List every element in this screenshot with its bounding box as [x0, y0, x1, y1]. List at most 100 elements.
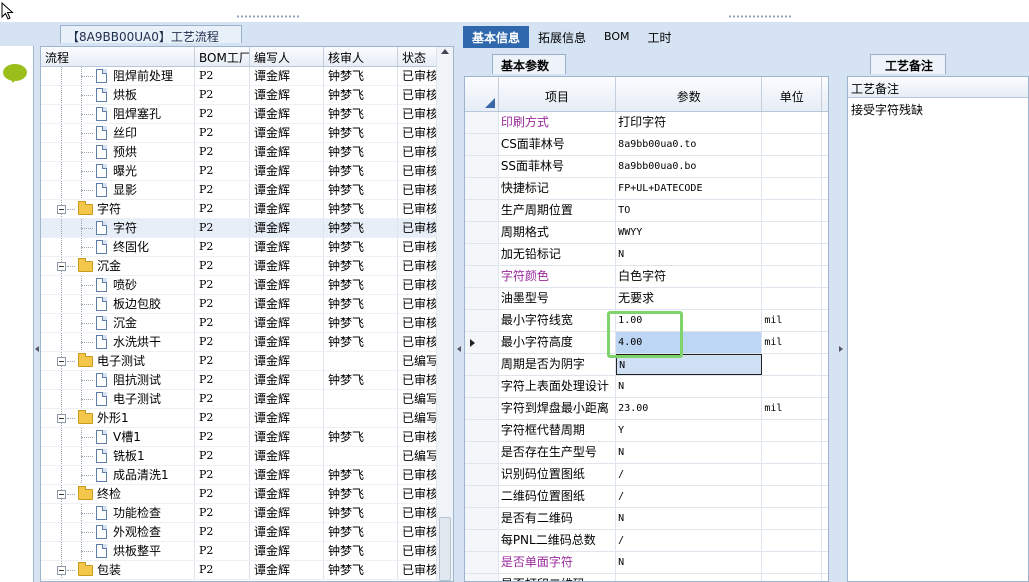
- tree-node[interactable]: 电子测试: [41, 352, 195, 370]
- tree-row[interactable]: 功能检查 P2 谭金辉 钟梦飞 已审核: [41, 504, 453, 523]
- tree-node[interactable]: 外观检查: [41, 523, 195, 541]
- col-header-flow[interactable]: 流程: [41, 47, 195, 66]
- row-indicator[interactable]: [465, 398, 499, 419]
- tree-row[interactable]: 阻焊前处理 P2 谭金辉 钟梦飞 已审核: [41, 67, 453, 86]
- tree-node[interactable]: V槽1: [41, 428, 195, 446]
- tree-folder-row[interactable]: 沉金 P2 谭金辉 钟梦飞 已审核: [41, 257, 453, 276]
- tree-row[interactable]: V槽1 P2 谭金辉 钟梦飞 已审核: [41, 428, 453, 447]
- tree-row[interactable]: 板边包胶 P2 谭金辉 钟梦飞 已审核: [41, 295, 453, 314]
- row-indicator[interactable]: [465, 354, 499, 375]
- param-value-cell[interactable]: N: [616, 508, 763, 529]
- row-indicator[interactable]: [465, 288, 499, 309]
- tree-folder-row[interactable]: 外形1 P2 谭金辉 已编写: [41, 409, 453, 428]
- scroll-thumb[interactable]: [439, 517, 451, 581]
- tree-node[interactable]: 沉金: [41, 314, 195, 332]
- tree-folder-row[interactable]: 包装 P2 谭金辉 钟梦飞 已审核: [41, 561, 453, 580]
- tree-node[interactable]: 电子测试: [41, 390, 195, 408]
- tree-row[interactable]: 喷砂 P2 谭金辉 钟梦飞 已审核: [41, 276, 453, 295]
- tree-node[interactable]: 终检: [41, 485, 195, 503]
- tree-node[interactable]: 丝印: [41, 124, 195, 142]
- row-indicator[interactable]: [465, 310, 499, 331]
- param-value-cell[interactable]: 23.00: [616, 398, 763, 419]
- param-value-cell[interactable]: Y: [616, 420, 763, 441]
- col-header-item[interactable]: 项目: [499, 77, 617, 111]
- row-indicator[interactable]: [465, 376, 499, 397]
- tree-node[interactable]: 显影: [41, 181, 195, 199]
- row-indicator[interactable]: [465, 156, 499, 177]
- scroll-up-arrow-icon[interactable]: [441, 49, 449, 54]
- param-row[interactable]: SS面菲林号 8a9bb00ua0.bo: [465, 156, 828, 178]
- row-indicator[interactable]: [465, 508, 499, 529]
- tree-row[interactable]: 预烘 P2 谭金辉 钟梦飞 已审核: [41, 143, 453, 162]
- param-row[interactable]: 是否有二维码 N: [465, 508, 828, 530]
- row-indicator[interactable]: [465, 552, 499, 573]
- param-value-cell[interactable]: N: [616, 376, 763, 397]
- param-row[interactable]: 生产周期位置 TO: [465, 200, 828, 222]
- param-value-cell[interactable]: 无要求: [616, 288, 763, 309]
- collapse-toggle-icon[interactable]: [57, 357, 66, 366]
- row-indicator[interactable]: [465, 200, 499, 221]
- param-value-cell[interactable]: /: [616, 464, 763, 485]
- row-indicator[interactable]: [465, 574, 499, 581]
- param-row[interactable]: 字符上表面处理设计 N: [465, 376, 828, 398]
- row-indicator[interactable]: [465, 486, 499, 507]
- col-header-unit[interactable]: 单位: [762, 77, 823, 111]
- tree-row[interactable]: 沉金 P2 谭金辉 钟梦飞 已审核: [41, 314, 453, 333]
- tree-node[interactable]: 字符: [41, 200, 195, 218]
- tab-basic-info[interactable]: 基本信息: [463, 26, 530, 48]
- param-value-cell[interactable]: 8a9bb00ua0.to: [616, 134, 763, 155]
- param-row[interactable]: 字符到焊盘最小距离 23.00 mil: [465, 398, 828, 420]
- tree-node[interactable]: 烘板整平: [41, 542, 195, 560]
- param-row[interactable]: 字符框代替周期 Y: [465, 420, 828, 442]
- tree-row[interactable]: 烘板 P2 谭金辉 钟梦飞 已审核: [41, 86, 453, 105]
- param-value-cell[interactable]: TO: [616, 200, 763, 221]
- collapse-toggle-icon[interactable]: [57, 205, 66, 214]
- param-value-cell[interactable]: 8a9bb00ua0.bo: [616, 156, 763, 177]
- tree-node[interactable]: 终固化: [41, 238, 195, 256]
- right-splitter[interactable]: [838, 46, 844, 582]
- col-header-reviewer[interactable]: 核审人: [324, 47, 398, 66]
- tree-node[interactable]: 功能检查: [41, 504, 195, 522]
- tree-row[interactable]: 丝印 P2 谭金辉 钟梦飞 已审核: [41, 124, 453, 143]
- row-indicator[interactable]: [465, 464, 499, 485]
- tree-node[interactable]: 包装: [41, 561, 195, 579]
- param-row[interactable]: 每PNL二维码总数 /: [465, 530, 828, 552]
- tab-bom[interactable]: BOM: [595, 26, 639, 48]
- tab-basic-params[interactable]: 基本参数: [492, 54, 566, 74]
- row-indicator[interactable]: [465, 112, 499, 133]
- collapse-toggle-icon[interactable]: [57, 262, 66, 271]
- param-value-cell[interactable]: 1.00: [616, 310, 763, 331]
- tree-node[interactable]: 烘板: [41, 86, 195, 104]
- param-row[interactable]: 识别码位置图纸 /: [465, 464, 828, 486]
- tree-folder-row[interactable]: 终检 P2 谭金辉 钟梦飞 已审核: [41, 485, 453, 504]
- param-row[interactable]: 二维码位置图纸 /: [465, 486, 828, 508]
- tree-node[interactable]: 阻抗测试: [41, 371, 195, 389]
- col-header-status[interactable]: 状态: [398, 47, 437, 66]
- tab-extended-info[interactable]: 拓展信息: [529, 26, 595, 48]
- param-row[interactable]: 字符颜色 白色字符: [465, 266, 828, 288]
- tree-node[interactable]: 阻焊塞孔: [41, 105, 195, 123]
- param-value-cell[interactable]: N: [616, 552, 763, 573]
- collapse-toggle-icon[interactable]: [57, 490, 66, 499]
- param-value-cell[interactable]: N: [616, 354, 763, 375]
- tree-row[interactable]: 水洗烘干 P2 谭金辉 钟梦飞 已审核: [41, 333, 453, 352]
- tree-node[interactable]: 曝光: [41, 162, 195, 180]
- col-header-bom-factory[interactable]: BOM工厂: [195, 47, 250, 66]
- param-value-cell[interactable]: WWYY: [616, 222, 763, 243]
- tree-row[interactable]: 曝光 P2 谭金辉 钟梦飞 已审核: [41, 162, 453, 181]
- param-row[interactable]: 快捷标记 FP+UL+DATECODE: [465, 178, 828, 200]
- tree-row[interactable]: 外观检查 P2 谭金辉 钟梦飞 已审核: [41, 523, 453, 542]
- collapse-toggle-icon[interactable]: [57, 414, 66, 423]
- tree-node[interactable]: 沉金: [41, 257, 195, 275]
- param-row[interactable]: 印刷方式 打印字符: [465, 112, 828, 134]
- current-row-arrow-icon[interactable]: [465, 332, 499, 353]
- tab-process-notes[interactable]: 工艺备注: [870, 54, 946, 74]
- row-indicator[interactable]: [465, 442, 499, 463]
- param-row[interactable]: 最小字符高度 4.00 mil: [465, 332, 828, 354]
- tree-row[interactable]: 烘板整平 P2 谭金辉 钟梦飞 已审核: [41, 542, 453, 561]
- tree-node[interactable]: 水洗烘干: [41, 333, 195, 351]
- param-value-cell[interactable]: 打印字符: [616, 112, 763, 133]
- tree-row[interactable]: 显影 P2 谭金辉 钟梦飞 已审核: [41, 181, 453, 200]
- row-indicator[interactable]: [465, 134, 499, 155]
- tree-node[interactable]: 喷砂: [41, 276, 195, 294]
